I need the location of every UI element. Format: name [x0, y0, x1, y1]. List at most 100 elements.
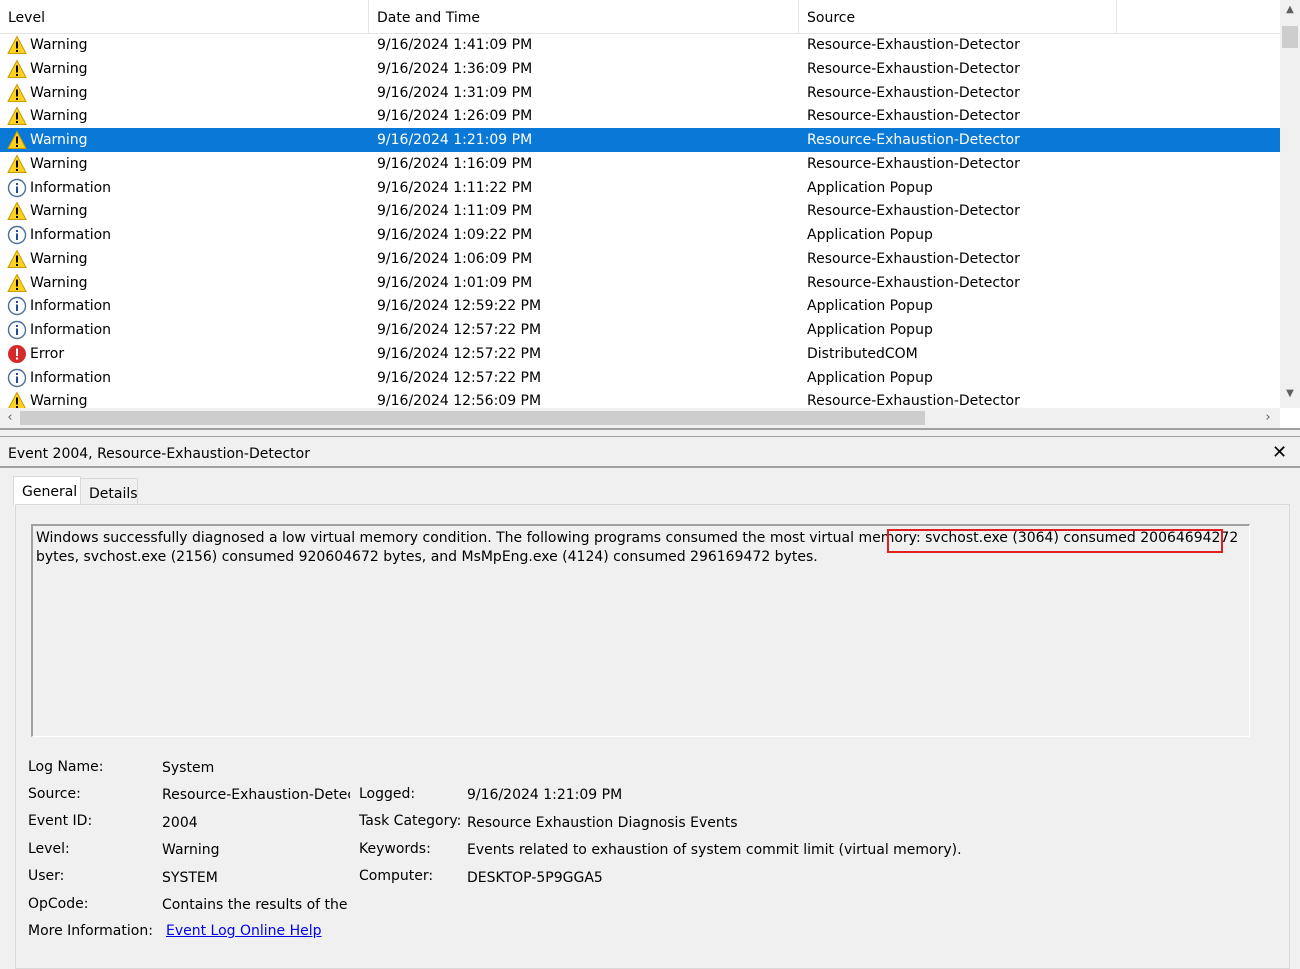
- event-date: 9/16/2024 1:06:09 PM: [377, 250, 533, 267]
- event-row[interactable]: Warning 9/16/2024 12:56:09 PM Resource-Exh…: [0, 389, 1280, 408]
- event-row[interactable]: Warning 9/16/2024 1:26:09 PM Resource-Exha…: [0, 104, 1280, 128]
- event-date: 9/16/2024 12:59:22 PM: [377, 298, 542, 315]
- info-icon: [7, 225, 27, 245]
- computer-value[interactable]: DESKTOP-5P9GGA5: [467, 870, 603, 886]
- source-label: Source:: [28, 786, 81, 802]
- event-source: Resource-Exhaustion-Detector: [807, 155, 1020, 172]
- column-header-level[interactable]: Level: [0, 0, 369, 33]
- event-date: 9/16/2024 1:26:09 PM: [377, 108, 533, 125]
- source-value[interactable]: Resource-Exhaustion-Detecto: [162, 787, 350, 803]
- event-level: Warning: [30, 108, 88, 125]
- user-label: User:: [28, 868, 65, 884]
- event-date: 9/16/2024 12:57:22 PM: [377, 369, 542, 386]
- event-list-pane: Level Date and Time Source Warning 9/16/2…: [0, 0, 1300, 430]
- warning-icon: [7, 130, 27, 150]
- event-date: 9/16/2024 1:21:09 PM: [377, 132, 533, 148]
- scroll-left-arrow[interactable]: ‹: [0, 410, 20, 425]
- opcode-value[interactable]: Contains the results of the di: [162, 897, 350, 913]
- close-icon[interactable]: ✕: [1272, 438, 1287, 468]
- logged-label: Logged:: [359, 786, 416, 802]
- event-row[interactable]: Information 9/16/2024 12:59:22 PM Applicat…: [0, 294, 1280, 318]
- event-row[interactable]: Warning 9/16/2024 1:41:09 PM Resource-Exha…: [0, 33, 1280, 57]
- event-log-online-help-link[interactable]: Event Log Online Help: [166, 923, 322, 939]
- info-icon: [7, 296, 27, 316]
- event-level: Information: [30, 179, 112, 196]
- keywords-value[interactable]: Events related to exhaustion of system c…: [467, 842, 962, 858]
- scroll-up-arrow[interactable]: ▲: [1280, 4, 1300, 15]
- tab-general[interactable]: General: [13, 476, 81, 506]
- vertical-scrollbar[interactable]: ▲ ▼: [1280, 0, 1300, 408]
- event-level: Warning: [30, 250, 88, 267]
- event-level: Error: [30, 345, 65, 362]
- column-header-source[interactable]: Source: [799, 0, 1117, 33]
- event-row[interactable]: Warning 9/16/2024 1:01:09 PM Resource-Exha…: [0, 271, 1280, 295]
- level-label: Level:: [28, 841, 70, 857]
- event-level: Warning: [30, 60, 88, 77]
- more-info-label: More Information:: [28, 923, 153, 939]
- event-source: Resource-Exhaustion-Detector: [807, 203, 1020, 220]
- event-source: DistributedCOM: [807, 345, 918, 362]
- event-source: Resource-Exhaustion-Detector: [807, 274, 1020, 291]
- event-row[interactable]: Warning 9/16/2024 1:36:09 PM Resource-Exha…: [0, 57, 1280, 81]
- level-value[interactable]: Warning: [162, 842, 220, 858]
- warning-icon: [7, 35, 27, 55]
- task-category-value[interactable]: Resource Exhaustion Diagnosis Events: [467, 815, 738, 831]
- list-header: Level Date and Time Source: [0, 0, 1280, 34]
- opcode-label: OpCode:: [28, 896, 89, 912]
- event-description[interactable]: Windows successfully diagnosed a low vir…: [31, 524, 1250, 737]
- event-date: 9/16/2024 1:01:09 PM: [377, 274, 533, 291]
- event-row[interactable]: Information 9/16/2024 1:09:22 PM Applicati…: [0, 223, 1280, 247]
- event-date: 9/16/2024 1:31:09 PM: [377, 84, 533, 101]
- event-level: Warning: [30, 37, 88, 53]
- info-icon: [7, 368, 27, 388]
- task-category-label: Task Category:: [359, 813, 462, 829]
- event-row[interactable]: Error 9/16/2024 12:57:22 PM DistributedCOM: [0, 342, 1280, 366]
- warning-icon: [7, 59, 27, 79]
- vertical-scroll-thumb[interactable]: [1282, 26, 1298, 48]
- event-row[interactable]: Information 9/16/2024 1:11:22 PM Applicati…: [0, 176, 1280, 200]
- event-row[interactable]: Warning 9/16/2024 1:11:09 PM Resource-Exha…: [0, 199, 1280, 223]
- event-id-label: Event ID:: [28, 813, 93, 829]
- description-text-2: svchost.exe (2156) consumed 920604672 by…: [83, 549, 818, 565]
- scroll-down-arrow[interactable]: ▼: [1280, 388, 1300, 399]
- event-source: Resource-Exhaustion-Detector: [807, 250, 1020, 267]
- warning-icon: [7, 154, 27, 174]
- event-source: Resource-Exhaustion-Detector: [807, 37, 1020, 53]
- horizontal-scroll-thumb[interactable]: [20, 411, 925, 425]
- warning-icon: [7, 106, 27, 126]
- event-source: Resource-Exhaustion-Detector: [807, 108, 1020, 125]
- event-date: 9/16/2024 1:11:22 PM: [377, 179, 533, 196]
- event-row[interactable]: Information 9/16/2024 12:57:22 PM Applicat…: [0, 318, 1280, 342]
- event-row[interactable]: Warning 9/16/2024 1:16:09 PM Resource-Exha…: [0, 152, 1280, 176]
- event-row[interactable]: Information 9/16/2024 12:57:22 PM Applicat…: [0, 366, 1280, 390]
- event-date: 9/16/2024 12:57:22 PM: [377, 322, 542, 338]
- event-row[interactable]: Warning 9/16/2024 1:31:09 PM Resource-Exha…: [0, 81, 1280, 105]
- log-name-value[interactable]: System: [162, 760, 214, 776]
- user-value[interactable]: SYSTEM: [162, 870, 218, 886]
- tab-details[interactable]: Details: [80, 478, 138, 506]
- horizontal-scrollbar[interactable]: ‹ ›: [0, 408, 1280, 428]
- event-source: Resource-Exhaustion-Detector: [807, 60, 1020, 77]
- info-icon: [7, 178, 27, 198]
- event-row[interactable]: Warning 9/16/2024 1:06:09 PM Resource-Exha…: [0, 247, 1280, 271]
- general-panel: Windows successfully diagnosed a low vir…: [15, 504, 1290, 969]
- event-id-value[interactable]: 2004: [162, 815, 198, 831]
- warning-icon: [7, 82, 27, 103]
- event-date: 9/16/2024 1:11:09 PM: [377, 203, 533, 220]
- event-level: Warning: [30, 84, 88, 101]
- computer-label: Computer:: [359, 868, 434, 884]
- event-row[interactable]: Warning 9/16/2024 1:21:09 PM Resource-Exha…: [0, 128, 1280, 152]
- event-level: Information: [30, 369, 112, 386]
- warning-icon: [7, 391, 27, 408]
- event-source: Application Popup: [807, 322, 933, 338]
- column-header-date[interactable]: Date and Time: [369, 0, 799, 33]
- warning-icon: [7, 201, 27, 221]
- event-source: Application Popup: [807, 298, 933, 315]
- event-date: 9/16/2024 1:36:09 PM: [377, 60, 533, 77]
- logged-value[interactable]: 9/16/2024 1:21:09 PM: [467, 787, 622, 803]
- scroll-right-arrow[interactable]: ›: [1258, 410, 1278, 425]
- event-date: 9/16/2024 12:56:09 PM: [377, 393, 542, 408]
- event-level: Information: [30, 322, 112, 338]
- highlight-box: [887, 529, 1223, 553]
- event-level: Warning: [30, 132, 88, 148]
